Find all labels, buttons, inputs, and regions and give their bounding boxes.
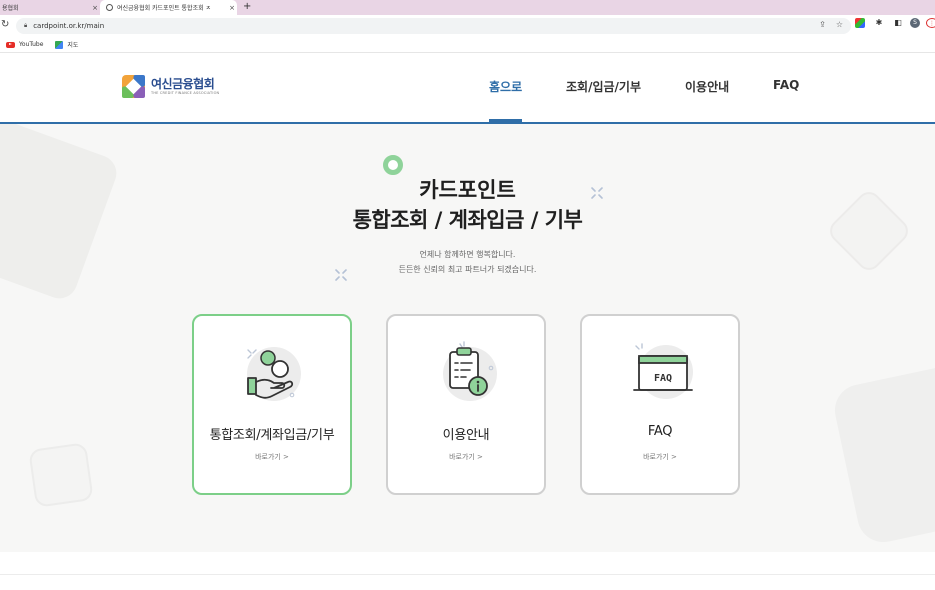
nav-home[interactable]: 홈으로: [489, 78, 522, 95]
hero-subtitle: 언제나 함께하면 행복합니다.: [419, 250, 516, 259]
url-text[interactable]: cardpoint.or.kr/main: [33, 22, 104, 30]
tab-title: 용협회: [2, 5, 19, 12]
clipboard-info-icon: [443, 341, 497, 401]
reload-icon[interactable]: ↻: [1, 19, 9, 30]
youtube-icon: [6, 41, 15, 48]
hero-subtitle: 든든한 신뢰의 최고 파트너가 되겠습니다.: [398, 265, 537, 274]
menu-icon[interactable]: ⋮: [926, 18, 935, 28]
hero-section: 카드포인트 통합조회 / 계좌입금 / 기부 언제나 함께하면 행복합니다. 든…: [0, 124, 935, 552]
card-guide[interactable]: 이용안내 바로가기 >: [386, 314, 546, 495]
bookmark-label: YouTube: [19, 41, 44, 48]
extension-icon[interactable]: [855, 18, 865, 28]
decorative-shape: [28, 442, 94, 508]
logo-name: 여신금융협회: [151, 77, 215, 91]
card-go-link[interactable]: 바로가기 >: [388, 452, 544, 462]
profile-avatar[interactable]: S: [910, 18, 920, 28]
bookmark-youtube[interactable]: YouTube: [6, 41, 43, 48]
lock-icon[interactable]: 🔒︎: [24, 22, 27, 30]
puzzle-icon[interactable]: ✱: [874, 18, 884, 28]
omnibox[interactable]: 🔒︎ cardpoint.or.kr/main ⇪ ☆: [16, 18, 851, 34]
bookmark-maps[interactable]: 지도: [55, 40, 78, 49]
card-title: 이용안내: [442, 428, 490, 443]
browser-tab-active[interactable]: 여신금융협회 카드포인트 통합조회 ㅈ ×: [100, 0, 237, 15]
logo-mark-icon: [122, 75, 145, 98]
card-faq[interactable]: FAQ FAQ 바로가기 >: [580, 314, 740, 495]
hero-title: 카드포인트: [419, 178, 516, 202]
card-title: FAQ: [647, 424, 673, 439]
card-title: 통합조회/계좌입금/기부: [209, 428, 335, 443]
card-go-link[interactable]: 바로가기 >: [582, 452, 738, 462]
hero-title: 통합조회 / 계좌입금 / 기부: [352, 208, 583, 232]
bookmarks-bar: YouTube 지도: [0, 37, 935, 53]
site-header: 여신금융협회 THE CREDIT FINANCE ASSOCIATION 홈으…: [0, 54, 935, 122]
footer-divider: [0, 574, 935, 575]
decorative-shape: [830, 357, 935, 547]
logo-subtitle: THE CREDIT FINANCE ASSOCIATION: [151, 91, 220, 95]
faq-window-icon: FAQ: [633, 343, 693, 399]
green-ring-icon: [383, 155, 403, 175]
bookmark-label: 지도: [67, 42, 79, 49]
card-go-link[interactable]: 바로가기 >: [194, 452, 350, 462]
maps-icon: [55, 40, 64, 49]
new-tab-button[interactable]: +: [243, 0, 251, 15]
address-bar-row: ↻ 🔒︎ cardpoint.or.kr/main ⇪ ☆: [0, 15, 935, 37]
star-icon[interactable]: ☆: [836, 20, 843, 29]
hand-coin-icon: [247, 347, 301, 401]
browser-tab[interactable]: 용협회 ×: [0, 0, 100, 15]
side-panel-icon[interactable]: ◧: [893, 18, 903, 28]
nav-faq[interactable]: FAQ: [773, 78, 799, 92]
tab-title: 여신금융협회 카드포인트 통합조회 ㅈ: [117, 5, 212, 12]
svg-text:FAQ: FAQ: [654, 373, 672, 384]
globe-icon: [106, 4, 113, 11]
tab-close-icon[interactable]: ×: [90, 4, 100, 12]
card-inquiry-deposit-donate[interactable]: 통합조회/계좌입금/기부 바로가기 >: [192, 314, 352, 495]
site-logo[interactable]: 여신금융협회 THE CREDIT FINANCE ASSOCIATION: [122, 75, 219, 98]
nav-guide[interactable]: 이용안내: [685, 78, 729, 95]
tab-close-icon[interactable]: ×: [227, 4, 237, 12]
browser-tab-bar: 용협회 × 여신금융협회 카드포인트 통합조회 ㅈ × +: [0, 0, 935, 15]
nav-inquiry-deposit-donate[interactable]: 조회/입금/기부: [566, 78, 641, 95]
share-icon[interactable]: ⇪: [819, 20, 826, 29]
